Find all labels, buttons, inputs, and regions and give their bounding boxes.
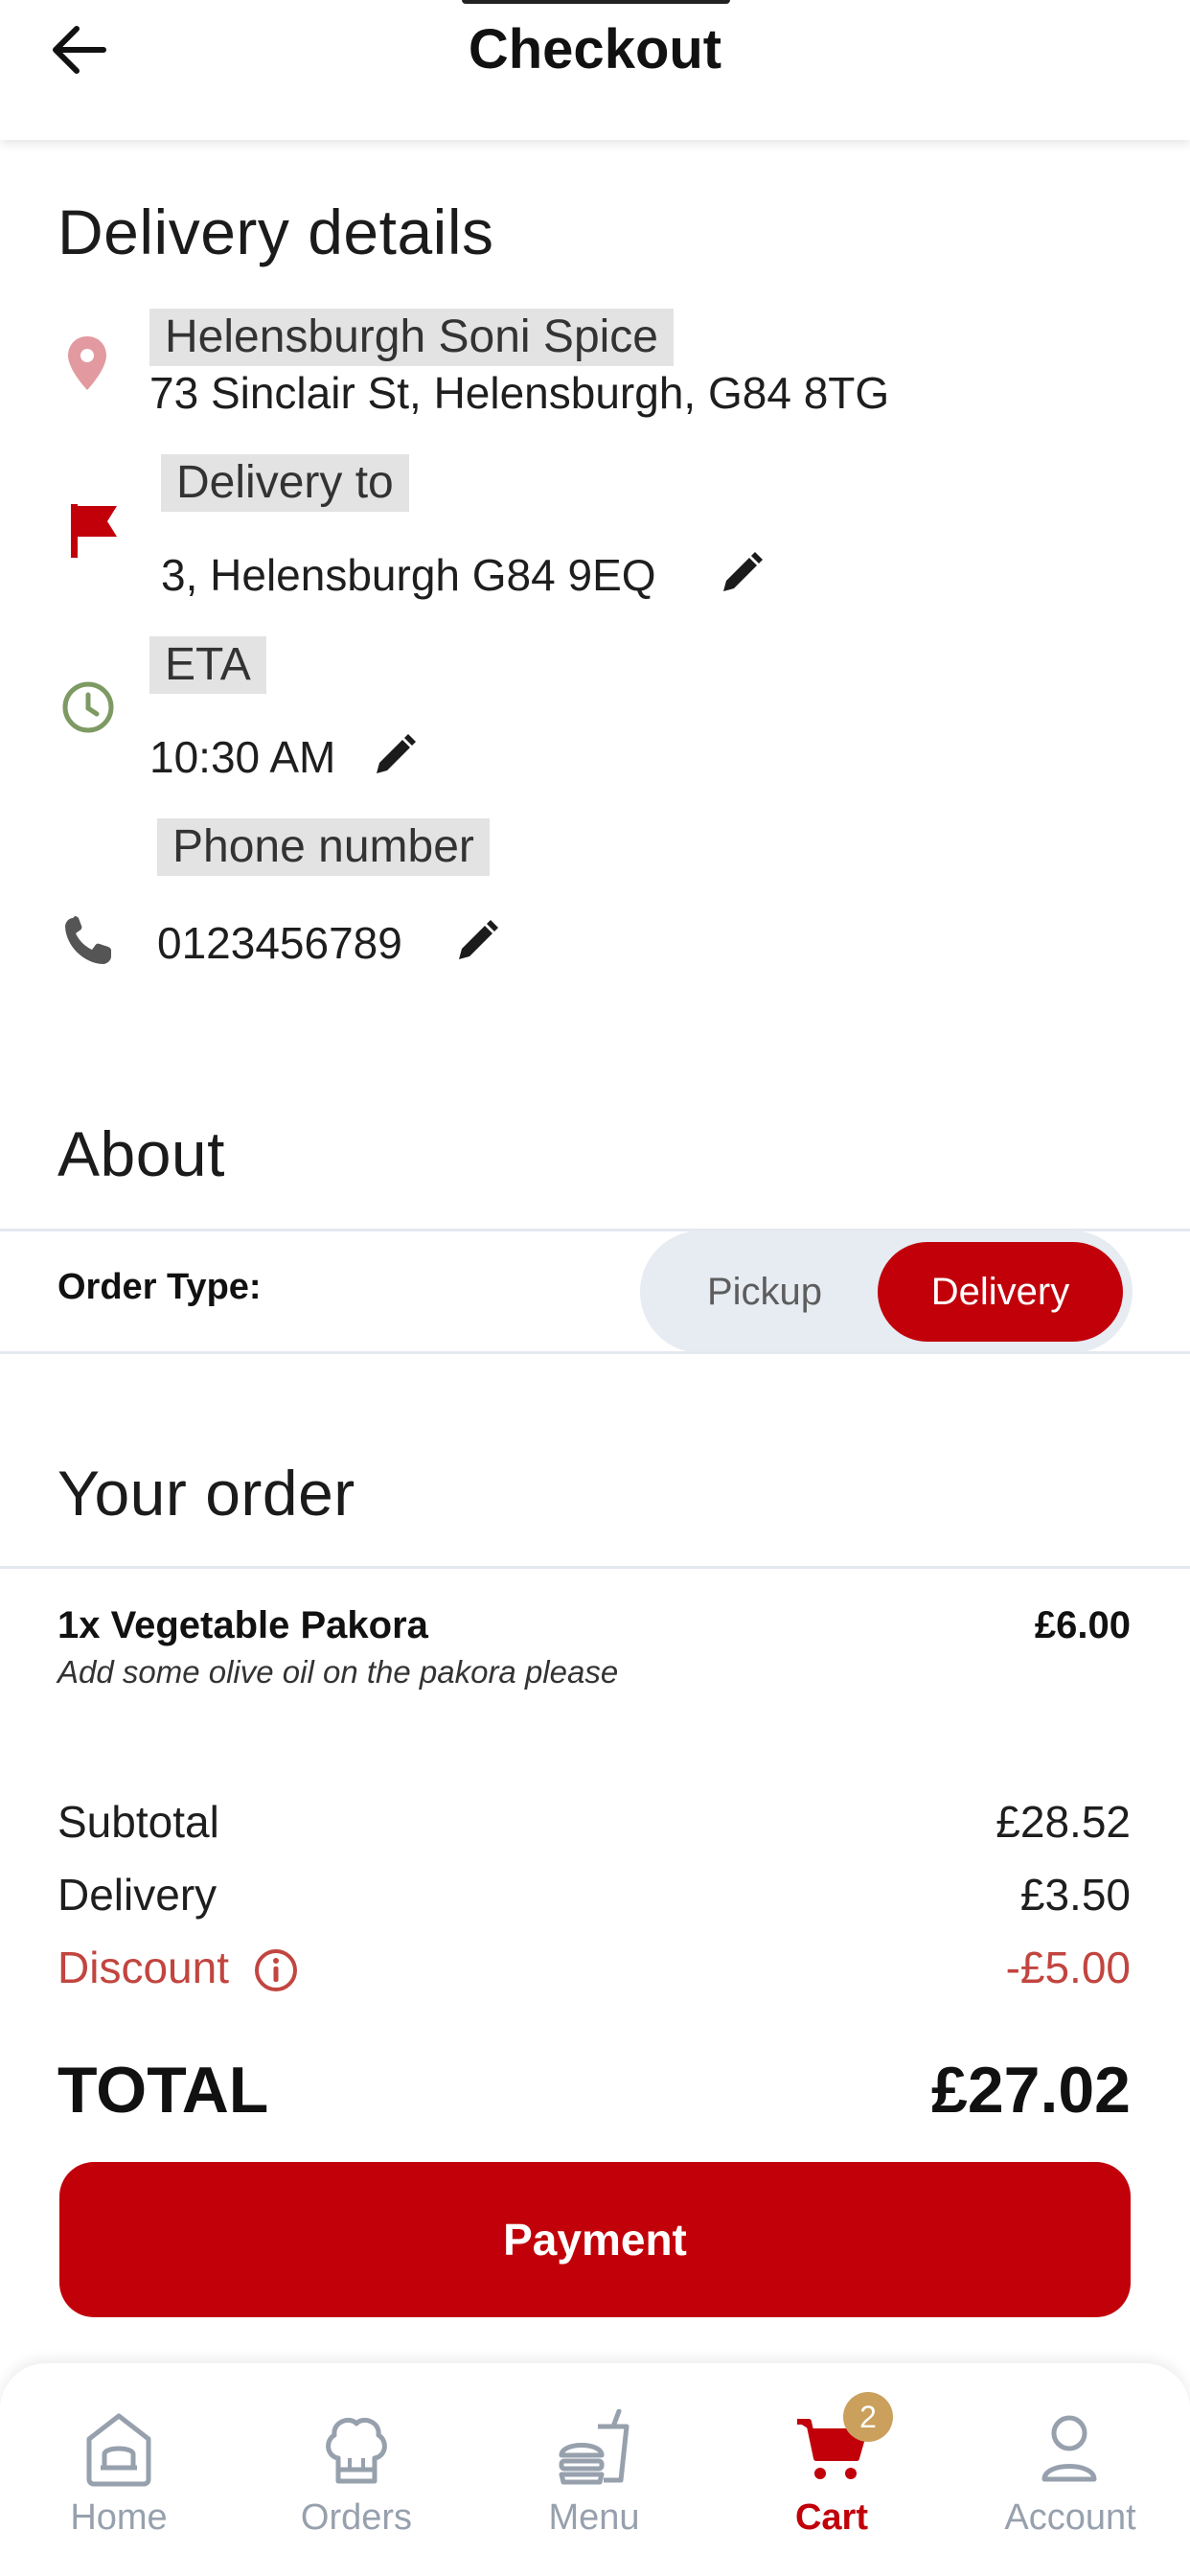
location-pin-icon xyxy=(61,332,113,395)
order-item-title: 1x Vegetable Pakora xyxy=(57,1604,428,1646)
subtotal-value: £28.52 xyxy=(995,1797,1131,1847)
restaurant-address: 73 Sinclair St, Helensburgh, G84 8TG xyxy=(149,368,890,418)
delivery-details-title: Delivery details xyxy=(57,196,494,267)
pickup-option[interactable]: Pickup xyxy=(650,1242,880,1342)
nav-account[interactable]: Account xyxy=(950,2363,1190,2576)
flag-icon xyxy=(65,498,123,562)
delivery-fee-value: £3.50 xyxy=(1019,1870,1131,1920)
phone-label: Phone number xyxy=(157,818,490,876)
eta-label: ETA xyxy=(149,636,266,694)
order-type-label: Order Type: xyxy=(57,1267,262,1307)
header-bar: Checkout xyxy=(0,0,1190,140)
nav-label: Home xyxy=(70,2497,168,2538)
your-order-title: Your order xyxy=(57,1458,355,1529)
subtotal-label: Subtotal xyxy=(57,1797,219,1847)
delivery-to-label: Delivery to xyxy=(161,454,409,512)
delivery-fee-label: Delivery xyxy=(57,1870,217,1920)
nav-label: Account xyxy=(1004,2497,1136,2538)
discount-label: Discount xyxy=(57,1943,229,1992)
divider xyxy=(0,1351,1190,1354)
delivery-address: 3, Helensburgh G84 9EQ xyxy=(161,550,656,600)
info-icon[interactable] xyxy=(251,1945,301,1995)
page-title: Checkout xyxy=(468,18,722,80)
order-type-toggle: Pickup Delivery xyxy=(640,1230,1133,1353)
nav-label: Menu xyxy=(548,2497,640,2538)
cart-badge: 2 xyxy=(843,2392,893,2442)
divider xyxy=(0,1566,1190,1569)
eta-value: 10:30 AM xyxy=(149,732,336,782)
nav-orders[interactable]: Orders xyxy=(238,2363,475,2576)
total-value: £27.02 xyxy=(931,2054,1131,2127)
nav-label: Orders xyxy=(300,2497,413,2538)
nav-label: Cart xyxy=(794,2497,869,2538)
user-icon xyxy=(1012,2405,1127,2492)
discount-value: -£5.00 xyxy=(1005,1943,1131,1992)
burger-drink-icon xyxy=(537,2405,652,2492)
top-grabber xyxy=(462,0,730,4)
bottom-nav: Home Orders Menu Cart Account xyxy=(0,2363,1190,2576)
edit-address-pencil-icon[interactable] xyxy=(717,550,765,598)
restaurant-name: Helensburgh Soni Spice xyxy=(149,309,674,366)
home-icon xyxy=(61,2405,176,2492)
about-title: About xyxy=(57,1118,225,1189)
phone-icon xyxy=(59,912,117,970)
edit-phone-pencil-icon[interactable] xyxy=(452,918,500,966)
clock-icon xyxy=(59,678,117,736)
payment-button[interactable]: Payment xyxy=(59,2162,1131,2317)
total-label: TOTAL xyxy=(57,2054,269,2127)
delivery-option[interactable]: Delivery xyxy=(878,1242,1123,1342)
chef-hat-icon xyxy=(299,2405,414,2492)
nav-menu[interactable]: Menu xyxy=(475,2363,713,2576)
nav-home[interactable]: Home xyxy=(0,2363,238,2576)
order-item-price: £6.00 xyxy=(1034,1604,1131,1646)
edit-eta-pencil-icon[interactable] xyxy=(370,732,418,780)
phone-value: 0123456789 xyxy=(157,918,402,968)
order-item-note: Add some olive oil on the pakora please xyxy=(57,1654,619,1690)
nav-cart[interactable]: Cart xyxy=(713,2363,950,2576)
